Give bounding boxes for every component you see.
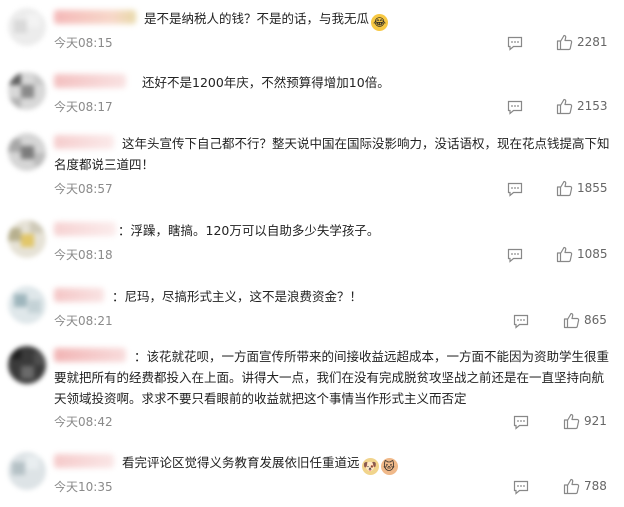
reply-icon[interactable] (513, 415, 531, 431)
doge-emoji: 🐶 (361, 458, 379, 475)
avatar[interactable] (8, 452, 46, 490)
avatar[interactable] (8, 346, 46, 384)
thumbs-up-icon (563, 413, 580, 430)
avatar[interactable] (8, 286, 46, 324)
timestamp: 今天08:18 (54, 248, 113, 262)
timestamp: 今天08:42 (54, 415, 113, 429)
avatar[interactable] (8, 220, 46, 258)
reply-icon[interactable] (513, 314, 531, 330)
thumbs-up-icon (556, 180, 573, 197)
comment-text: ：浮躁，瞎搞。120万可以自助多少失学孩子。 (118, 223, 380, 238)
thumbs-up-icon (563, 478, 580, 495)
comment-text: ：尼玛，尽搞形式主义，这不是浪费资金？！ (112, 289, 363, 304)
thumbs-up-icon (556, 246, 573, 263)
timestamp: 今天08:57 (54, 182, 113, 196)
like-count: 1855 (577, 181, 608, 195)
like-count: 2153 (577, 99, 608, 113)
avatar[interactable] (8, 72, 46, 110)
like-count: 2281 (577, 35, 608, 49)
reply-icon[interactable] (507, 248, 525, 264)
like-count: 865 (584, 313, 607, 327)
like-count: 1085 (577, 247, 608, 261)
comment-text: 是不是纳税人的钱？不是的话，与我无瓜 😂 (54, 8, 616, 31)
reply-icon[interactable] (507, 100, 525, 116)
reply-icon[interactable] (513, 480, 531, 496)
cat-emoji: 🐱 (380, 458, 398, 475)
timestamp: 今天08:17 (54, 100, 113, 114)
avatar[interactable] (8, 133, 46, 171)
comment-text: 这年头宣传下自己都不行？整天说中国在国际没影响力，没话语权，现在花点钱提高下知名… (54, 136, 610, 172)
comment-text: ：该花就花呗，一方面宣传所带来的间接收益远超成本，一方面不能因为资助学生很重要就… (54, 349, 610, 406)
comment-text: 还好不是1200年庆，不然预算得增加10倍。 (142, 75, 390, 90)
reply-icon[interactable] (507, 182, 525, 198)
timestamp: 今天10:35 (54, 480, 113, 494)
cry-laugh-emoji: 😂 (371, 14, 389, 31)
thumbs-up-icon (556, 34, 573, 51)
comment-text: 看完评论区觉得义务教育发展依旧任重道远 🐶 🐱 (54, 452, 616, 475)
thumbs-up-icon (563, 312, 580, 329)
timestamp: 今天08:21 (54, 314, 113, 328)
reply-icon[interactable] (507, 36, 525, 52)
thumbs-up-icon (556, 98, 573, 115)
like-count: 921 (584, 414, 607, 428)
like-count: 788 (584, 479, 607, 493)
timestamp: 今天08:15 (54, 36, 113, 50)
avatar[interactable] (8, 8, 46, 46)
